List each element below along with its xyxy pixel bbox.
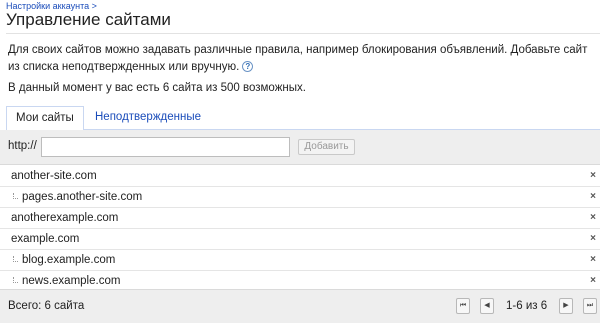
page-title: Управление сайтами bbox=[6, 10, 171, 29]
tab-my-sites[interactable]: Мои сайты bbox=[6, 106, 84, 131]
site-row: blog.example.com × bbox=[0, 250, 600, 271]
site-row: example.com × bbox=[0, 229, 600, 250]
add-site-button[interactable]: Добавить bbox=[298, 139, 355, 155]
site-name: blog.example.com bbox=[22, 254, 116, 266]
child-connector-icon bbox=[13, 277, 18, 283]
http-prefix-label: http:// bbox=[8, 140, 37, 152]
child-connector-icon bbox=[13, 256, 18, 262]
intro-line-2-text: из списка неподтвержденных или вручную. bbox=[8, 61, 240, 73]
site-row: anotherexample.com × bbox=[0, 208, 600, 229]
remove-site-icon[interactable]: × bbox=[590, 187, 596, 207]
previous-page-icon[interactable]: ◀ bbox=[480, 298, 494, 314]
intro-line-1: Для своих сайтов можно задавать различны… bbox=[8, 44, 588, 56]
site-row: pages.another-site.com × bbox=[0, 187, 600, 208]
site-list: another-site.com × pages.another-site.com ×… bbox=[0, 166, 600, 292]
site-count-text: В данный момент у вас есть 6 сайта из 50… bbox=[8, 82, 306, 94]
list-footer: Всего: 6 сайта ⏮ ◀ 1-6 из 6 ▶ ⏭ bbox=[0, 289, 600, 323]
intro-text: Для своих сайтов можно задавать различны… bbox=[8, 42, 600, 76]
child-connector-icon bbox=[13, 193, 18, 199]
tab-unconfirmed[interactable]: Неподтвержденные bbox=[86, 106, 210, 130]
site-url-input[interactable] bbox=[41, 137, 290, 157]
site-row: another-site.com × bbox=[0, 166, 600, 187]
remove-site-icon[interactable]: × bbox=[590, 250, 596, 270]
next-page-icon[interactable]: ▶ bbox=[559, 298, 573, 314]
page-range-label: 1-6 из 6 bbox=[506, 300, 548, 312]
last-page-icon[interactable]: ⏭ bbox=[583, 298, 597, 314]
title-divider bbox=[6, 33, 600, 34]
site-name: news.example.com bbox=[22, 275, 121, 287]
intro-line-2: из списка неподтвержденных или вручную.? bbox=[8, 59, 600, 76]
site-name: anotherexample.com bbox=[11, 212, 119, 224]
remove-site-icon[interactable]: × bbox=[590, 271, 596, 291]
site-name: example.com bbox=[11, 233, 80, 245]
total-count-label: Всего: 6 сайта bbox=[8, 300, 85, 312]
help-icon[interactable]: ? bbox=[242, 61, 254, 72]
remove-site-icon[interactable]: × bbox=[590, 208, 596, 228]
remove-site-icon[interactable]: × bbox=[590, 166, 596, 186]
site-name: pages.another-site.com bbox=[22, 191, 143, 203]
tab-bar: Мои сайты Неподтвержденные bbox=[6, 106, 600, 131]
site-name: another-site.com bbox=[11, 170, 97, 182]
add-site-bar: http:// Добавить bbox=[0, 130, 600, 165]
first-page-icon[interactable]: ⏮ bbox=[456, 298, 470, 314]
remove-site-icon[interactable]: × bbox=[590, 229, 596, 249]
